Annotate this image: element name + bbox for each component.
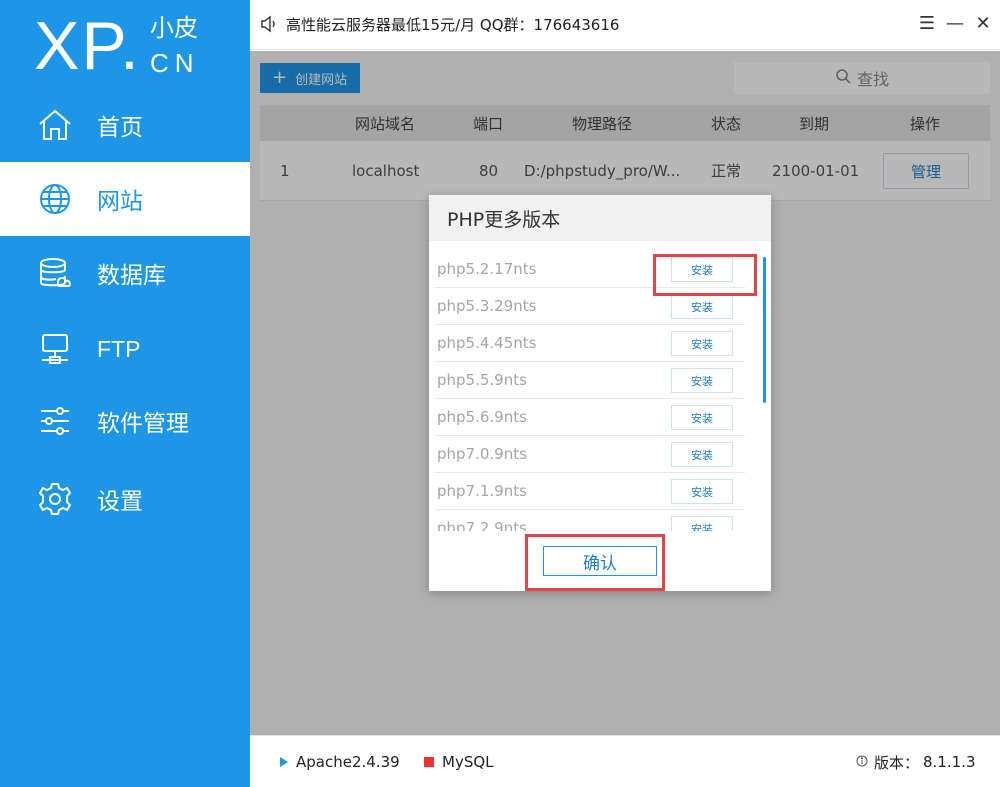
list-item: php5.4.45nts 安装 [435, 325, 745, 362]
list-item: php5.5.9nts 安装 [435, 362, 745, 399]
nav-label-home: 首页 [97, 115, 143, 141]
nav-item-settings[interactable]: 设置 [0, 462, 250, 536]
apache-status[interactable]: Apache2.4.39 [280, 736, 400, 787]
install-button[interactable]: 安装 [671, 479, 733, 504]
version-name: php7.1.9nts [437, 482, 527, 500]
version-label: 版本： [874, 753, 920, 772]
list-item: php5.6.9nts 安装 [435, 399, 745, 436]
nav-label-settings: 设置 [97, 489, 143, 515]
dialog-title: PHP更多版本 [429, 195, 771, 241]
gear-icon [36, 480, 74, 518]
version-name: php5.2.17nts [437, 260, 537, 278]
install-button[interactable]: 安装 [671, 405, 733, 430]
speaker-icon [260, 15, 278, 33]
stop-icon [424, 757, 434, 767]
menu-icon[interactable]: ☰ [916, 12, 938, 34]
version-name: php7.0.9nts [437, 445, 527, 463]
announcement-text[interactable]: 高性能云服务器最低15元/月 QQ群：176643616 [286, 14, 619, 35]
nav-item-software[interactable]: 软件管理 [0, 384, 250, 458]
nav-item-home[interactable]: 首页 [0, 88, 250, 162]
install-button[interactable]: 安装 [671, 442, 733, 467]
version-number: 8.1.1.3 [923, 753, 976, 771]
mysql-label: MySQL [442, 753, 494, 771]
list-item: php7.1.9nts 安装 [435, 473, 745, 510]
list-item: php7.0.9nts 安装 [435, 436, 745, 473]
install-button[interactable]: 安装 [671, 516, 733, 531]
title-bar: 高性能云服务器最低15元/月 QQ群：176643616 ☰ — ✕ [250, 0, 1000, 50]
nav-label-software: 软件管理 [97, 411, 189, 437]
nav-item-website[interactable]: 网站 [0, 162, 250, 236]
logo-small-bottom: CN [150, 48, 200, 78]
nav-item-database[interactable]: 数据库 [0, 236, 250, 310]
version-name: php5.4.45nts [437, 334, 537, 352]
mysql-status[interactable]: MySQL [424, 736, 494, 787]
logo-main: XP. [34, 8, 141, 84]
confirm-highlight-box [525, 534, 665, 591]
home-icon [36, 106, 74, 144]
list-item: php7.2.9nts 安装 [435, 510, 745, 531]
apache-label: Apache2.4.39 [296, 753, 400, 771]
install-button[interactable]: 安装 [671, 368, 733, 393]
globe-icon [36, 180, 74, 218]
nav-label-ftp: FTP [97, 335, 141, 362]
install-highlight-box [653, 254, 757, 296]
version-name: php7.2.9nts [437, 519, 527, 531]
database-icon [36, 254, 74, 292]
close-button[interactable]: ✕ [972, 12, 994, 34]
ftp-icon [36, 330, 74, 368]
app-logo: XP. 小皮 CN [0, 0, 250, 88]
version-name: php5.6.9nts [437, 408, 527, 426]
nav-label-database: 数据库 [97, 263, 166, 289]
status-bar: Apache2.4.39 MySQL 版本： 8.1.1.3 [250, 735, 1000, 787]
info-icon [856, 753, 868, 771]
php-versions-dialog: PHP更多版本 php5.2.17nts 安装 php5.3.29nts 安装 … [429, 195, 771, 591]
version-name: php5.3.29nts [437, 297, 537, 315]
minimize-button[interactable]: — [944, 12, 966, 34]
nav-item-ftp[interactable]: FTP [0, 312, 250, 386]
sliders-icon [36, 402, 74, 440]
install-button[interactable]: 安装 [671, 331, 733, 356]
logo-small-top: 小皮 [150, 14, 198, 42]
sidebar: XP. 小皮 CN 首页 网站 数据库 FTP 软件管理 设置 [0, 0, 250, 787]
list-scrollbar[interactable] [763, 257, 766, 403]
version-info: 版本： 8.1.1.3 [856, 736, 976, 787]
version-name: php5.5.9nts [437, 371, 527, 389]
nav-label-website: 网站 [97, 189, 143, 215]
install-button[interactable]: 安装 [671, 294, 733, 319]
play-icon [280, 757, 288, 767]
